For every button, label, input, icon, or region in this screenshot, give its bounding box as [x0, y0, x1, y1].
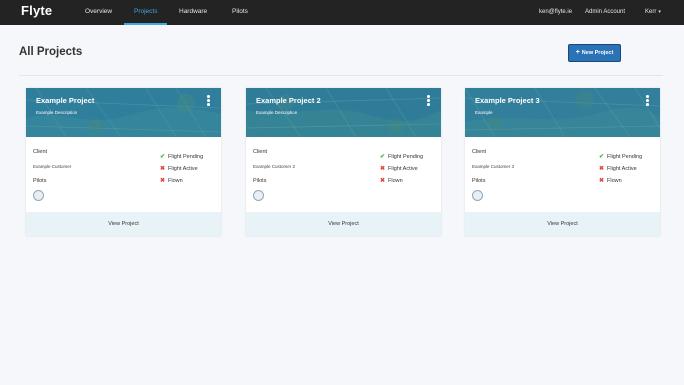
- card-banner-image: Example Project 2 Example Description: [246, 88, 441, 137]
- view-project-button[interactable]: View Project: [246, 212, 441, 236]
- card-banner-image: Example Project Example Description: [26, 88, 221, 137]
- cross-icon: ✖: [380, 166, 386, 172]
- status-flown: ✖ Flown: [380, 177, 403, 184]
- header-divider: [19, 75, 663, 76]
- client-value: Example Customer 2: [253, 164, 296, 169]
- status-flight-active: ✖ Flight Active: [160, 165, 198, 172]
- chevron-down-icon: ▾: [658, 9, 661, 15]
- more-options-icon[interactable]: [646, 95, 650, 107]
- status-label: Flight Active: [388, 166, 418, 172]
- status-flight-active: ✖ Flight Active: [380, 165, 418, 172]
- status-label: Flight Pending: [607, 154, 643, 160]
- check-icon: ✔: [380, 154, 386, 160]
- pilot-avatar[interactable]: [253, 190, 264, 201]
- pilots-label: Pilots: [253, 178, 267, 184]
- pilots-label: Pilots: [33, 178, 47, 184]
- status-label: Flight Pending: [388, 154, 424, 160]
- status-flight-pending: ✔ Flight Pending: [380, 153, 423, 160]
- status-label: Flown: [388, 178, 403, 184]
- client-value: Example Customer 3: [472, 164, 515, 169]
- card-description: Example Description: [256, 110, 298, 115]
- more-options-icon[interactable]: [427, 95, 431, 107]
- app-logo[interactable]: Flyte: [21, 3, 52, 18]
- status-flight-pending: ✔ Flight Pending: [160, 153, 203, 160]
- check-icon: ✔: [599, 154, 605, 160]
- view-project-button[interactable]: View Project: [26, 212, 221, 236]
- card-title: Example Project 2: [256, 96, 321, 105]
- status-label: Flown: [168, 178, 183, 184]
- new-project-label: New Project: [581, 50, 614, 56]
- status-flown: ✖ Flown: [160, 177, 183, 184]
- project-card: Example Project 3 Example Client Example…: [465, 88, 660, 236]
- project-card: Example Project 2 Example Description Cl…: [246, 88, 441, 236]
- client-value: Example Customer: [33, 164, 72, 169]
- client-label: Client: [472, 149, 487, 155]
- cross-icon: ✖: [160, 178, 166, 184]
- cross-icon: ✖: [380, 178, 386, 184]
- status-label: Flown: [607, 178, 622, 184]
- user-name: Kerr: [645, 9, 657, 15]
- more-options-icon[interactable]: [207, 95, 211, 107]
- cross-icon: ✖: [599, 166, 605, 172]
- check-icon: ✔: [160, 154, 166, 160]
- pilots-label: Pilots: [472, 178, 486, 184]
- cross-icon: ✖: [599, 178, 605, 184]
- status-flight-pending: ✔ Flight Pending: [599, 153, 642, 160]
- status-label: Flight Active: [607, 166, 637, 172]
- new-project-button[interactable]: + New Project: [568, 44, 621, 62]
- client-label: Client: [33, 149, 48, 155]
- card-title: Example Project 3: [475, 96, 540, 105]
- nav-pilots[interactable]: Pilots: [232, 0, 248, 25]
- card-banner-image: Example Project 3 Example: [465, 88, 660, 137]
- card-description: Example Description: [36, 110, 78, 115]
- pilot-avatar[interactable]: [33, 190, 44, 201]
- card-description: Example: [475, 110, 493, 115]
- nav-projects[interactable]: Projects: [124, 0, 168, 25]
- account-link[interactable]: Admin Account: [585, 0, 625, 25]
- status-label: Flight Active: [168, 166, 198, 172]
- page-title: All Projects: [19, 46, 83, 58]
- user-email: ken@flyte.ie: [539, 9, 573, 15]
- card-title: Example Project: [36, 96, 95, 105]
- user-menu[interactable]: Kerr ▾: [645, 0, 661, 25]
- status-flight-active: ✖ Flight Active: [599, 165, 637, 172]
- plus-icon: +: [575, 49, 580, 56]
- nav-hardware[interactable]: Hardware: [179, 0, 207, 25]
- status-flown: ✖ Flown: [599, 177, 622, 184]
- status-label: Flight Pending: [168, 154, 204, 160]
- top-nav-bar: Flyte Overview Projects Hardware Pilots …: [0, 0, 684, 25]
- view-project-button[interactable]: View Project: [465, 212, 660, 236]
- nav-overview[interactable]: Overview: [85, 0, 112, 25]
- pilot-avatar[interactable]: [472, 190, 483, 201]
- cross-icon: ✖: [160, 166, 166, 172]
- client-label: Client: [253, 149, 268, 155]
- project-card: Example Project Example Description Clie…: [26, 88, 221, 236]
